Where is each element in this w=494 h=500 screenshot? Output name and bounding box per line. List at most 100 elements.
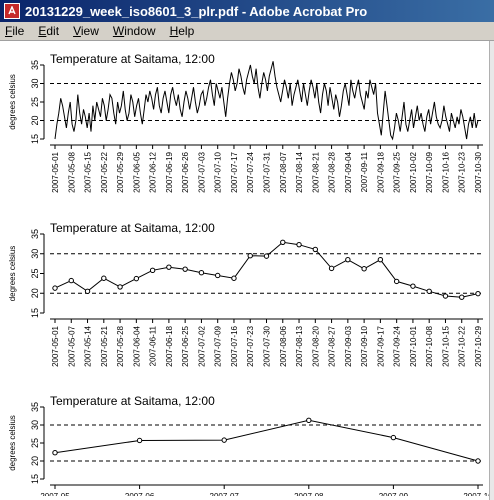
x-tick-label: 2007-10-09 <box>425 151 434 192</box>
data-point <box>214 272 221 279</box>
x-tick-label: 2007-05 <box>40 492 70 496</box>
data-point <box>149 267 156 274</box>
data-point <box>345 256 351 263</box>
x-tick-label: 2007-07 <box>210 492 240 496</box>
x-tick-label: 2007-10-23 <box>458 151 467 192</box>
x-tick-label: 2007-09-24 <box>393 325 402 366</box>
menu-help[interactable]: Help <box>170 24 195 38</box>
data-point <box>263 253 270 259</box>
x-tick-label: 2007-10-22 <box>458 325 467 366</box>
vertical-scrollbar[interactable] <box>489 41 494 500</box>
x-tick-label: 2007-06 <box>125 492 155 496</box>
y-tick-label: 20 <box>30 115 40 125</box>
y-tick-label: 15 <box>30 474 40 484</box>
y-axis-label: degrees celsius <box>8 415 17 471</box>
data-point <box>459 294 465 300</box>
x-tick-label: 2007-07-17 <box>230 151 239 192</box>
data-point <box>390 434 397 441</box>
x-tick-label: 2007-08-07 <box>279 151 288 192</box>
x-tick-label: 2007-08-27 <box>328 325 337 366</box>
menu-edit[interactable]: Edit <box>38 24 59 38</box>
x-tick-label: 2007-10-16 <box>441 151 450 192</box>
x-tick-label: 2007-07-30 <box>263 325 272 366</box>
data-point <box>377 256 384 263</box>
data-point <box>182 266 188 272</box>
x-tick-label: 2007-08-14 <box>295 151 304 192</box>
data-point <box>328 265 335 272</box>
x-tick-label: 2007-09-17 <box>376 325 385 366</box>
x-tick-label: 2007-10-01 <box>409 325 418 366</box>
menu-file[interactable]: File <box>5 24 24 38</box>
x-tick-label: 2007-05-01 <box>51 151 60 192</box>
x-tick-label: 2007-10-08 <box>425 325 434 366</box>
x-tick-label: 2007-08 <box>294 492 324 496</box>
chart-title: Temperature at Saitama, 12:00 <box>50 53 215 66</box>
x-tick-label: 2007-09-25 <box>393 151 402 192</box>
x-tick-label: 2007-08-20 <box>311 325 320 366</box>
monthly-temperature-chart: Temperature at Saitama, 12:00 degrees cel… <box>8 394 490 496</box>
acrobat-icon <box>4 3 20 19</box>
x-tick-label: 2007-08-06 <box>279 325 288 366</box>
document-page[interactable]: Temperature at Saitama, 12:00 degrees cel… <box>0 41 494 500</box>
x-tick-label: 2007-05-21 <box>100 325 109 366</box>
x-tick-label: 2007-05-15 <box>84 151 93 192</box>
x-tick-label: 2007-07-09 <box>214 325 223 366</box>
data-point <box>101 275 107 281</box>
x-tick-label: 2007-06-18 <box>165 325 174 366</box>
y-tick-label: 15 <box>30 134 40 144</box>
x-tick-label: 2007-05-22 <box>100 151 109 192</box>
weekly-temperature-chart: Temperature at Saitama, 12:00 degrees cel… <box>8 221 483 367</box>
data-point <box>68 277 74 284</box>
x-tick-label: 2007-06-04 <box>132 325 141 366</box>
x-tick-label: 2007-05-28 <box>116 325 125 366</box>
menu-bar: File Edit View Window Help <box>0 22 494 41</box>
data-point <box>133 275 140 282</box>
data-point <box>84 288 91 294</box>
data-point <box>296 241 302 248</box>
x-tick-label: 2007-10-30 <box>474 151 483 192</box>
data-point <box>117 284 123 290</box>
x-tick-label: 2007-10 <box>463 492 490 496</box>
y-tick-label: 25 <box>30 268 40 278</box>
x-tick-label: 2007-06-05 <box>132 151 141 192</box>
data-point <box>361 266 367 272</box>
data-point <box>52 285 58 291</box>
window-titlebar[interactable]: 20131229_week_iso8601_3_plr.pdf - Adobe … <box>0 0 494 22</box>
y-axis-label: degrees celsius <box>8 74 17 130</box>
x-tick-label: 2007-08-28 <box>328 151 337 192</box>
chart-title: Temperature at Saitama, 12:00 <box>50 221 215 235</box>
y-tick-label: 30 <box>30 420 40 430</box>
data-point <box>231 275 237 281</box>
x-tick-label: 2007-10-02 <box>409 151 418 192</box>
x-tick-label: 2007-09-18 <box>376 151 385 192</box>
x-tick-label: 2007-06-26 <box>181 151 190 192</box>
y-tick-label: 35 <box>30 229 40 239</box>
menu-window[interactable]: Window <box>113 24 156 38</box>
data-point <box>166 264 172 270</box>
window-title: 20131229_week_iso8601_3_plr.pdf - Adobe … <box>25 3 368 19</box>
y-tick-label: 30 <box>30 78 40 88</box>
y-tick-label: 20 <box>30 288 40 298</box>
x-tick-label: 2007-06-19 <box>165 151 174 192</box>
data-point <box>442 293 449 299</box>
x-tick-label: 2007-10-29 <box>474 325 483 366</box>
data-point <box>393 278 400 285</box>
chart-title: Temperature at Saitama, 12:00 <box>50 394 215 408</box>
data-point <box>52 450 58 456</box>
data-point <box>312 246 319 253</box>
x-tick-label: 2007-09-10 <box>360 325 369 366</box>
x-tick-label: 2007-09-11 <box>360 151 369 192</box>
temperature-line <box>54 61 479 141</box>
x-tick-label: 2007-06-11 <box>149 325 158 366</box>
y-tick-label: 35 <box>30 402 40 412</box>
y-tick-label: 35 <box>30 60 40 70</box>
x-tick-label: 2007-09 <box>379 492 409 496</box>
x-tick-label: 2007-06-12 <box>149 151 158 192</box>
y-tick-label: 30 <box>30 249 40 259</box>
x-tick-label: 2007-09-03 <box>344 325 353 366</box>
x-tick-label: 2007-09-04 <box>344 151 353 192</box>
data-point <box>475 458 481 464</box>
menu-view[interactable]: View <box>73 24 99 38</box>
data-point <box>221 437 227 443</box>
data-point <box>136 437 143 444</box>
